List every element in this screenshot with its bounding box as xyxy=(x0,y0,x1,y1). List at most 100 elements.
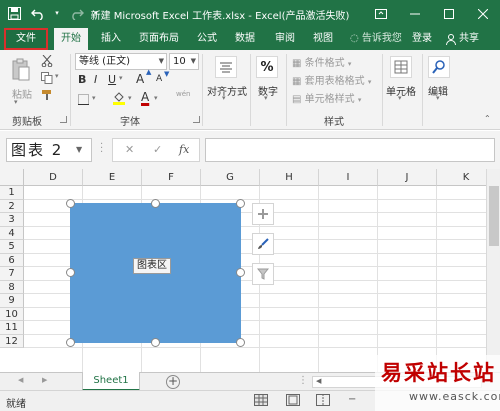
vertical-scroll-thumb[interactable] xyxy=(489,186,499,246)
row-header[interactable]: 10 xyxy=(0,307,24,321)
resize-handle[interactable] xyxy=(236,199,245,208)
row-header[interactable]: 1 xyxy=(0,186,24,200)
minimize-icon[interactable] xyxy=(398,0,432,28)
format-painter-icon[interactable] xyxy=(40,88,54,102)
editing-dropdown-icon[interactable]: ▾ xyxy=(436,94,440,102)
maximize-icon[interactable] xyxy=(432,0,466,28)
tab-insert[interactable]: 插入 xyxy=(94,28,128,50)
cells-icon[interactable] xyxy=(390,56,412,78)
resize-handle[interactable] xyxy=(66,338,75,347)
resize-handle[interactable] xyxy=(236,338,245,347)
add-sheet-icon[interactable]: + xyxy=(166,375,180,389)
resize-handle[interactable] xyxy=(151,199,160,208)
conditional-format-button[interactable]: ▦ 条件格式 ▾ xyxy=(292,54,351,69)
font-size-select[interactable]: 10 ▼ xyxy=(169,53,199,70)
borders-dropdown-icon[interactable]: ▾ xyxy=(92,94,96,102)
row-header[interactable]: 7 xyxy=(0,267,24,281)
tab-data[interactable]: 数据 xyxy=(228,28,262,50)
fill-color-icon[interactable] xyxy=(112,91,126,105)
alignment-label[interactable]: 对齐方式 xyxy=(207,83,247,98)
copy-icon[interactable] xyxy=(40,71,54,85)
sheet-tab[interactable]: Sheet1 xyxy=(82,372,140,391)
number-format-icon[interactable]: % xyxy=(256,56,278,78)
cancel-icon[interactable]: ✕ xyxy=(125,143,134,156)
row-header[interactable]: 8 xyxy=(0,280,24,294)
column-header[interactable]: G xyxy=(201,169,260,186)
fill-color-dropdown-icon[interactable]: ▾ xyxy=(128,94,132,102)
row-header[interactable]: 11 xyxy=(0,321,24,335)
clipboard-launcher-icon[interactable] xyxy=(60,116,67,123)
format-as-table-button[interactable]: ▦ 套用表格格式 ▾ xyxy=(292,72,371,87)
column-header[interactable]: I xyxy=(319,169,378,186)
font-color-dropdown-icon[interactable]: ▾ xyxy=(154,94,158,102)
font-launcher-icon[interactable] xyxy=(193,116,200,123)
borders-icon[interactable] xyxy=(76,92,90,106)
row-header[interactable]: 6 xyxy=(0,253,24,267)
alignment-dropdown-icon[interactable]: ▾ xyxy=(222,94,226,102)
chart-elements-button[interactable] xyxy=(252,203,274,225)
scroll-right-icon[interactable]: ▶ xyxy=(42,376,47,384)
column-header[interactable]: D xyxy=(24,169,83,186)
phonetic-guide-button[interactable]: wén xyxy=(176,90,190,98)
row-header[interactable]: 4 xyxy=(0,226,24,240)
column-header[interactable]: F xyxy=(142,169,201,186)
chart-filters-button[interactable] xyxy=(252,263,274,285)
tab-formulas[interactable]: 公式 xyxy=(190,28,224,50)
column-header[interactable]: J xyxy=(378,169,437,186)
tab-file[interactable]: 文件 xyxy=(4,28,48,50)
cells-dropdown-icon[interactable]: ▾ xyxy=(398,94,402,102)
enter-icon[interactable]: ✓ xyxy=(153,143,162,156)
formula-input[interactable] xyxy=(205,138,495,162)
tab-home[interactable]: 开始 xyxy=(54,28,88,50)
number-label[interactable]: 数字 xyxy=(258,83,278,98)
collapse-ribbon-icon[interactable]: ⌃ xyxy=(484,114,491,123)
underline-dropdown-icon[interactable]: ▾ xyxy=(119,74,123,82)
copy-dropdown-icon[interactable]: ▾ xyxy=(55,72,59,80)
column-header[interactable]: E xyxy=(83,169,142,186)
resize-handle-icon[interactable]: · · · xyxy=(100,140,103,158)
font-name-select[interactable]: 等线 (正文) ▼ xyxy=(75,53,167,70)
tab-review[interactable]: 审阅 xyxy=(268,28,302,50)
insert-function-icon[interactable]: fx xyxy=(179,143,189,156)
resize-handle[interactable] xyxy=(151,338,160,347)
shrink-font-button[interactable]: A xyxy=(156,74,162,84)
page-layout-view-icon[interactable] xyxy=(286,394,302,408)
scroll-left-icon[interactable]: ◀ xyxy=(316,377,321,385)
row-header[interactable]: 2 xyxy=(0,199,24,213)
vertical-scrollbar[interactable] xyxy=(486,169,500,372)
ribbon-display-icon[interactable] xyxy=(364,0,398,28)
grow-font-button[interactable]: A xyxy=(136,72,144,86)
zoom-out-icon[interactable]: − xyxy=(348,394,356,405)
tab-view[interactable]: 视图 xyxy=(306,28,340,50)
page-break-view-icon[interactable] xyxy=(316,394,332,408)
row-header[interactable]: 5 xyxy=(0,240,24,254)
resize-handle[interactable] xyxy=(66,199,75,208)
cut-icon[interactable] xyxy=(40,54,54,68)
paste-icon[interactable] xyxy=(8,56,34,84)
row-header[interactable]: 12 xyxy=(0,334,24,348)
cell-styles-button[interactable]: ▤ 单元格样式 ▾ xyxy=(292,90,361,105)
worksheet-grid[interactable]: DEFGHIJK 1 2 3 4 5 6 7 8 9 10 11 12 图表区 xyxy=(0,169,500,372)
tab-split-handle[interactable]: ⋮ xyxy=(298,375,308,386)
font-color-button[interactable]: A xyxy=(141,90,149,104)
row-header[interactable]: 3 xyxy=(0,213,24,227)
column-header[interactable]: H xyxy=(260,169,319,186)
sign-in-link[interactable]: 登录 xyxy=(412,28,432,50)
share-button[interactable]: 共享 xyxy=(446,28,479,50)
tell-me-search[interactable]: ◌ 告诉我您 xyxy=(350,28,402,50)
scroll-left-icon[interactable]: ◀ xyxy=(18,376,23,384)
resize-handle[interactable] xyxy=(236,268,245,277)
paste-dropdown-icon[interactable]: ▾ xyxy=(14,98,18,106)
close-icon[interactable] xyxy=(466,0,500,28)
underline-button[interactable]: U xyxy=(108,73,116,86)
chart-styles-button[interactable] xyxy=(252,233,274,255)
resize-handle[interactable] xyxy=(66,268,75,277)
tab-page-layout[interactable]: 页面布局 xyxy=(134,28,184,50)
row-header[interactable]: 9 xyxy=(0,294,24,308)
bold-button[interactable]: B xyxy=(78,73,86,86)
alignment-icon[interactable] xyxy=(215,56,237,78)
normal-view-icon[interactable] xyxy=(254,394,270,408)
number-dropdown-icon[interactable]: ▾ xyxy=(264,94,268,102)
italic-button[interactable]: I xyxy=(94,73,97,86)
select-all-corner[interactable] xyxy=(0,169,24,186)
